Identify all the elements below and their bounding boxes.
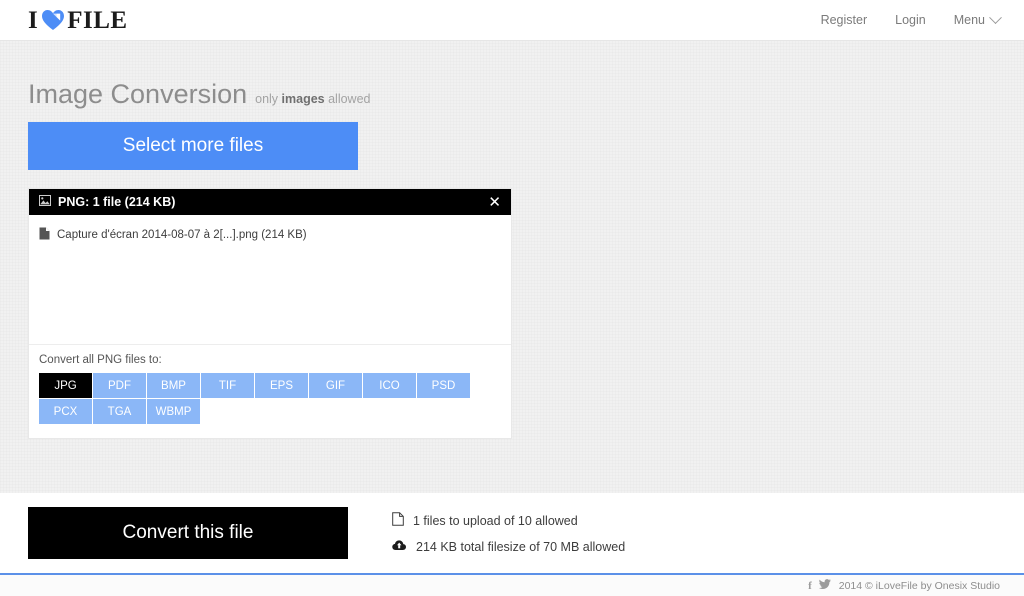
format-button-jpg[interactable]: JPG <box>39 373 92 398</box>
nav-menu-label: Menu <box>953 13 985 27</box>
twitter-icon[interactable] <box>818 579 831 592</box>
chevron-down-icon <box>989 10 1002 24</box>
upload-status: 1 files to upload of 10 allowed 214 KB t… <box>392 512 625 554</box>
format-button-bmp[interactable]: BMP <box>147 373 200 398</box>
main-nav: Register Login Menu <box>821 10 1002 27</box>
format-button-eps[interactable]: EPS <box>255 373 308 398</box>
action-bar: Convert this file 1 files to upload of 1… <box>0 493 1024 573</box>
file-list: Capture d'écran 2014-08-07 à 2[...].png … <box>29 215 511 345</box>
copyright-text: 2014 © iLoveFile by Onesix Studio <box>838 579 1000 592</box>
file-panel-title: PNG: 1 file (214 KB) <box>58 195 176 209</box>
convert-all-label: Convert all PNG files to: <box>39 354 162 366</box>
file-panel-header: PNG: 1 file (214 KB) ✕ <box>29 189 511 215</box>
format-button-group: JPG PDF BMP TIF EPS GIF ICO PSD PCX TGA … <box>39 373 479 424</box>
page-title: Image Conversion only images allowed <box>28 81 1024 108</box>
main-content: Image Conversion only images allowed Sel… <box>0 41 1024 439</box>
format-button-wbmp[interactable]: WBMP <box>147 399 200 424</box>
logo-text-post: FILE <box>67 6 128 34</box>
convert-this-file-button[interactable]: Convert this file <box>28 507 348 559</box>
status-files-line: 1 files to upload of 10 allowed <box>392 512 625 529</box>
site-footer: f 2014 © iLoveFile by Onesix Studio <box>0 575 1024 596</box>
heart-icon <box>41 9 65 31</box>
document-outline-icon <box>392 512 404 529</box>
subtitle-pre: only <box>255 92 282 106</box>
logo-text-pre: I <box>28 6 39 34</box>
status-files-text: 1 files to upload of 10 allowed <box>413 513 578 528</box>
file-icon <box>39 227 50 243</box>
site-header: I FILE Register Login Menu <box>0 0 1024 41</box>
social-links: f <box>808 579 831 592</box>
image-icon <box>39 195 51 209</box>
status-filesize-text: 214 KB total filesize of 70 MB allowed <box>416 539 626 554</box>
select-more-files-button[interactable]: Select more files <box>28 122 358 170</box>
page-title-text: Image Conversion <box>28 79 248 109</box>
format-button-psd[interactable]: PSD <box>417 373 470 398</box>
nav-login[interactable]: Login <box>895 13 926 27</box>
format-button-ico[interactable]: ICO <box>363 373 416 398</box>
nav-menu[interactable]: Menu <box>953 10 1002 27</box>
cloud-upload-icon <box>392 539 407 554</box>
page-subtitle: only images allowed <box>255 93 370 106</box>
nav-register[interactable]: Register <box>821 13 868 27</box>
format-button-tif[interactable]: TIF <box>201 373 254 398</box>
conversion-options: Convert all PNG files to: JPG PDF BMP TI… <box>29 345 511 438</box>
format-button-tga[interactable]: TGA <box>93 399 146 424</box>
format-button-gif[interactable]: GIF <box>309 373 362 398</box>
subtitle-post: allowed <box>324 92 371 106</box>
file-name: Capture d'écran 2014-08-07 à 2[...].png … <box>57 229 307 241</box>
file-panel: PNG: 1 file (214 KB) ✕ Capture d'écran 2… <box>28 188 512 439</box>
subtitle-strong: images <box>281 92 325 106</box>
status-filesize-line: 214 KB total filesize of 70 MB allowed <box>392 539 625 554</box>
close-icon[interactable]: ✕ <box>488 195 501 210</box>
format-button-pcx[interactable]: PCX <box>39 399 92 424</box>
list-item[interactable]: Capture d'écran 2014-08-07 à 2[...].png … <box>39 227 499 243</box>
format-button-pdf[interactable]: PDF <box>93 373 146 398</box>
facebook-icon[interactable]: f <box>808 580 812 592</box>
logo[interactable]: I FILE <box>28 8 128 33</box>
